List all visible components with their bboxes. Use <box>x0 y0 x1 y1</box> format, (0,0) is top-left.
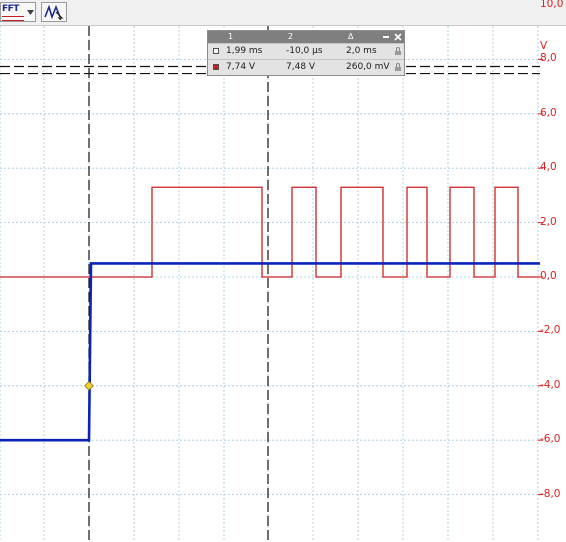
scale-tick-label: -2,0 <box>540 324 561 337</box>
header-cursor-1: 1 <box>228 32 234 41</box>
scale-tick-label: 10,0 <box>540 0 564 10</box>
time-cursor-1: 1,99 ms <box>226 46 263 56</box>
scale-tick-label: 6,0 <box>540 106 557 119</box>
minimize-icon[interactable] <box>383 36 389 38</box>
scale-tick-label: 0,0 <box>540 270 557 282</box>
time-cursor-2: -10,0 µs <box>286 46 323 56</box>
chevron-down-icon[interactable] <box>26 8 35 17</box>
header-delta: Δ <box>348 32 354 41</box>
voltage-cursor-1: 7,74 V <box>226 62 256 72</box>
cursor-table[interactable]: 1 2 Δ 1,99 ms -10,0 µs 2,0 ms 7,74 V 7,4… <box>207 30 405 76</box>
voltage-marker-icon <box>213 64 219 70</box>
scale-tick-marks <box>538 58 543 496</box>
scale-unit: V <box>540 40 548 52</box>
vertical-cursors[interactable] <box>88 26 269 542</box>
channel-blue-trace <box>0 262 540 442</box>
scale-tick-label: 8,0 <box>540 52 557 65</box>
scale-tick-label: -8,0 <box>540 487 561 500</box>
cursor-table-header: 1 2 Δ <box>208 31 404 43</box>
signal-button[interactable] <box>41 2 67 22</box>
trigger-marker[interactable] <box>84 380 94 391</box>
fft-underline-icon <box>2 16 24 21</box>
lock-icon[interactable] <box>395 63 401 71</box>
scale-tick-label: 2,0 <box>540 215 557 228</box>
toolbar: FFT <box>0 0 566 26</box>
waveform-icon <box>44 4 64 20</box>
lock-icon[interactable] <box>395 47 401 55</box>
fft-button-label: FFT <box>2 4 19 14</box>
fft-button[interactable]: FFT <box>0 2 36 22</box>
header-cursor-2: 2 <box>288 32 294 41</box>
scale-tick-label: 4,0 <box>540 161 557 174</box>
grid <box>0 26 540 542</box>
voltage-cursor-2: 7,48 V <box>286 62 316 72</box>
cursor-row-time: 1,99 ms -10,0 µs 2,0 ms <box>208 43 404 59</box>
time-delta: 2,0 ms <box>346 46 377 56</box>
scale-tick-label: -4,0 <box>540 378 561 391</box>
close-icon[interactable] <box>394 33 402 41</box>
voltage-delta: 260,0 mV <box>346 62 390 72</box>
cursor-row-voltage: 7,74 V 7,48 V 260,0 mV <box>208 59 404 75</box>
scale-tick-label: -6,0 <box>540 433 561 446</box>
time-marker-icon <box>213 48 219 54</box>
scope-plot[interactable] <box>0 26 566 542</box>
scope-display[interactable] <box>0 26 566 542</box>
